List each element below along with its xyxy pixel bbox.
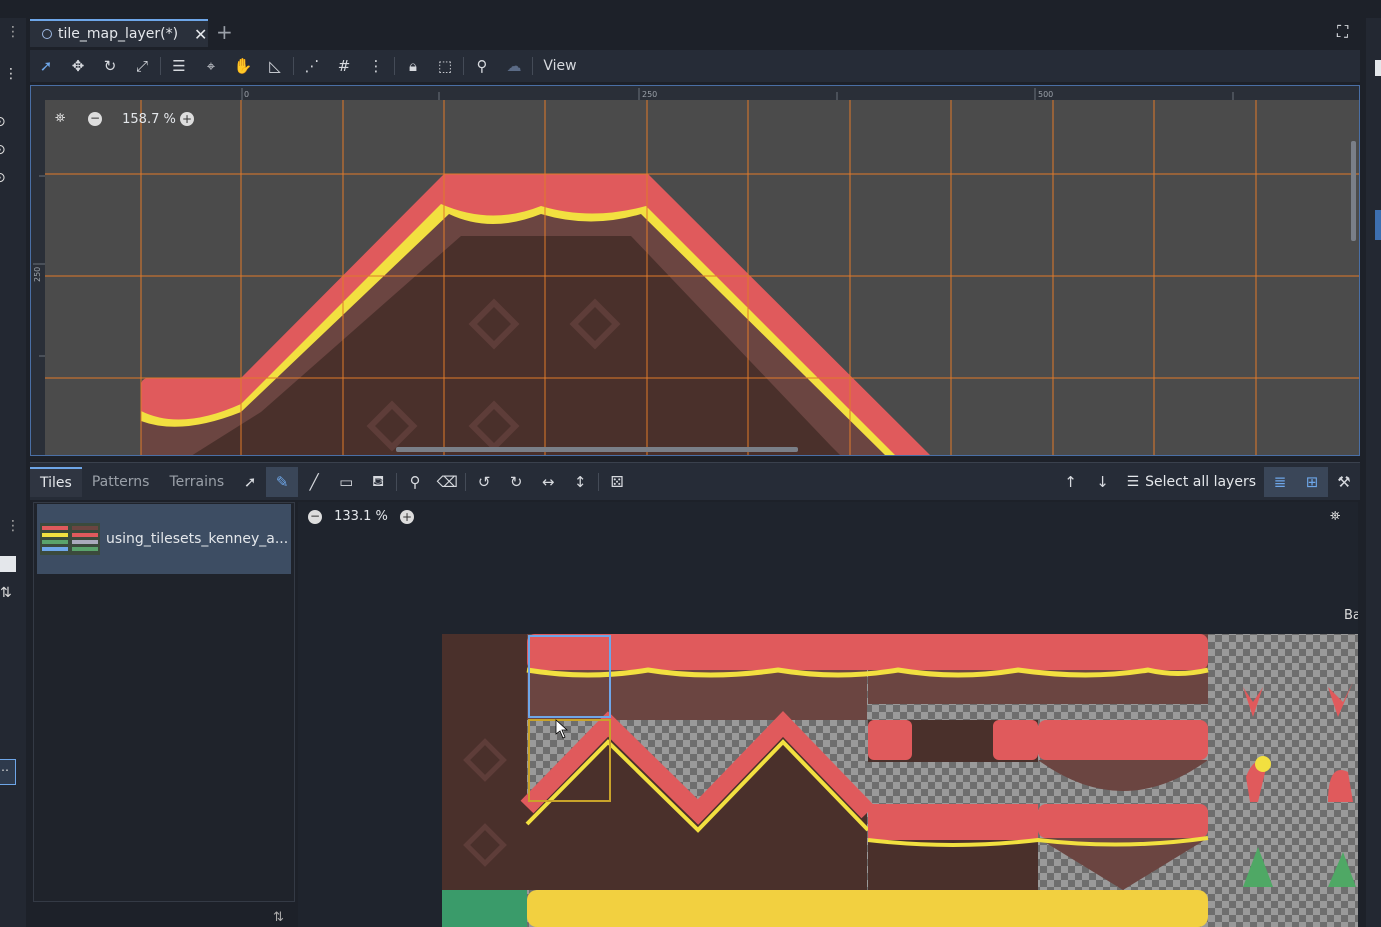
bucket-tool-icon[interactable]: ⛾: [362, 467, 394, 497]
ruler-tool-icon[interactable]: ◺: [259, 51, 291, 81]
zoom-out-icon[interactable]: −: [88, 112, 102, 126]
flip-v-icon[interactable]: ↕: [564, 467, 596, 497]
lock-icon[interactable]: 🔒︎: [397, 51, 429, 81]
add-tab-button[interactable]: +: [216, 20, 236, 46]
select-all-layers-button[interactable]: ☰ Select all layers: [1119, 474, 1264, 490]
next-layer-icon[interactable]: ↓: [1087, 467, 1119, 497]
list-select-icon[interactable]: ☰: [163, 51, 195, 81]
h-scrollbar[interactable]: [396, 447, 798, 452]
rotate-left-icon[interactable]: ↺: [468, 467, 500, 497]
tab-patterns[interactable]: Patterns: [82, 467, 160, 497]
panel-highlight: [1375, 210, 1381, 240]
scale-tool-icon[interactable]: ⤢: [126, 51, 158, 81]
scene-circle-icon: [42, 29, 52, 39]
panel-block: [0, 556, 16, 572]
panel-block: [1375, 60, 1381, 76]
close-icon[interactable]: ✕: [194, 25, 207, 44]
highlight-layer-icon[interactable]: ≣: [1264, 466, 1296, 497]
toggle-grid-icon[interactable]: ⊞: [1296, 466, 1328, 497]
zoom-level[interactable]: 158.7 %: [114, 112, 184, 128]
visibility-icon[interactable]: ⊙: [0, 170, 12, 186]
previous-layer-icon[interactable]: ↑: [1055, 467, 1087, 497]
tilemap-terrain: [141, 174, 930, 455]
visibility-icon[interactable]: ⊙: [0, 142, 12, 158]
left-dock-strip: ⋮ ⋮ ⊙ ⊙ ⊙ ⋮ ⇅ …: [0, 18, 26, 927]
smart-snap-icon[interactable]: ⋰: [296, 51, 328, 81]
dock-menu-icon[interactable]: ⋮: [2, 518, 24, 538]
paint-tool-icon[interactable]: ✎: [266, 466, 299, 497]
ruler-label: 250: [33, 267, 42, 282]
tab-label: tile_map_layer(*): [58, 26, 179, 42]
tab-terrains[interactable]: Terrains: [159, 467, 234, 497]
collapsed-button[interactable]: …: [0, 759, 16, 785]
viewport-canvas: 0 250 500 250: [31, 86, 1359, 455]
rect-tool-icon[interactable]: ▭: [330, 467, 362, 497]
move-tool-icon[interactable]: ✥: [62, 51, 94, 81]
select-tool-icon[interactable]: ➚: [30, 51, 62, 81]
tile-atlas-view[interactable]: − 133.1 % + ⛯ Ba: [298, 502, 1358, 927]
line-tool-icon[interactable]: ╱: [298, 467, 330, 497]
zoom-in-icon[interactable]: +: [180, 112, 194, 126]
canvas-viewport[interactable]: 0 250 500 250 ⛯ − 158.7 % +: [30, 85, 1360, 456]
fullscreen-icon[interactable]: ⛶: [1337, 22, 1357, 42]
tileset-thumbnail-icon: [40, 523, 100, 555]
tile-source-item[interactable]: using_tilesets_kenney_a...: [37, 504, 291, 574]
grid-snap-icon[interactable]: #: [328, 51, 360, 81]
tileset-atlas-image: [442, 634, 1358, 927]
random-tile-icon[interactable]: ⚄: [601, 467, 633, 497]
rotate-right-icon[interactable]: ↻: [500, 467, 532, 497]
tools-icon[interactable]: ⚒: [1328, 467, 1360, 497]
right-dock-strip: [1366, 18, 1381, 927]
picker-tool-icon[interactable]: ⚲: [399, 467, 431, 497]
top-bar: [0, 0, 1381, 18]
pan-tool-icon[interactable]: ✋: [227, 51, 259, 81]
viewport-toolbar: ➚ ✥ ↻ ⤢ ☰ ⌖ ✋ ◺ ⋰ # ⋮ 🔒︎ ⬚ ⚲ ☁ View: [30, 50, 1360, 82]
group-icon[interactable]: ⬚: [429, 51, 461, 81]
ruler-label: 250: [642, 90, 657, 99]
select-all-layers-label: Select all layers: [1145, 473, 1256, 490]
view-menu[interactable]: View: [535, 51, 585, 81]
camera-override-icon[interactable]: ☁: [498, 51, 530, 81]
sort-icon[interactable]: ⇅: [0, 585, 16, 603]
sort-icon[interactable]: ⇅: [273, 910, 289, 926]
select-tool-icon[interactable]: ➚: [234, 467, 266, 497]
pivot-tool-icon[interactable]: ⌖: [195, 51, 227, 81]
ruler-label: 0: [244, 90, 249, 99]
tab-scene[interactable]: tile_map_layer(*) ✕: [30, 19, 208, 47]
eraser-tool-icon[interactable]: ⌫: [431, 467, 463, 497]
center-view-icon[interactable]: ⛯: [55, 111, 73, 129]
v-scrollbar[interactable]: [1351, 141, 1356, 241]
visibility-icon[interactable]: ⊙: [0, 114, 12, 130]
dock-menu-icon[interactable]: ⋮: [2, 24, 24, 44]
ruler-label: 500: [1038, 90, 1053, 99]
flip-h-icon[interactable]: ↔: [532, 467, 564, 497]
tab-tiles[interactable]: Tiles: [30, 466, 82, 497]
tilemap-toolbar: Tiles Patterns Terrains ➚ ✎ ╱ ▭ ⛾ ⚲ ⌫ ↺ …: [30, 462, 1360, 500]
dock-menu-icon[interactable]: ⋮: [0, 66, 22, 86]
rotate-tool-icon[interactable]: ↻: [94, 51, 126, 81]
bone-icon[interactable]: ⚲: [466, 51, 498, 81]
more-options-icon[interactable]: ⋮: [360, 51, 392, 81]
list-icon: ☰: [1126, 473, 1140, 490]
tile-source-name: using_tilesets_kenney_a...: [106, 531, 289, 547]
